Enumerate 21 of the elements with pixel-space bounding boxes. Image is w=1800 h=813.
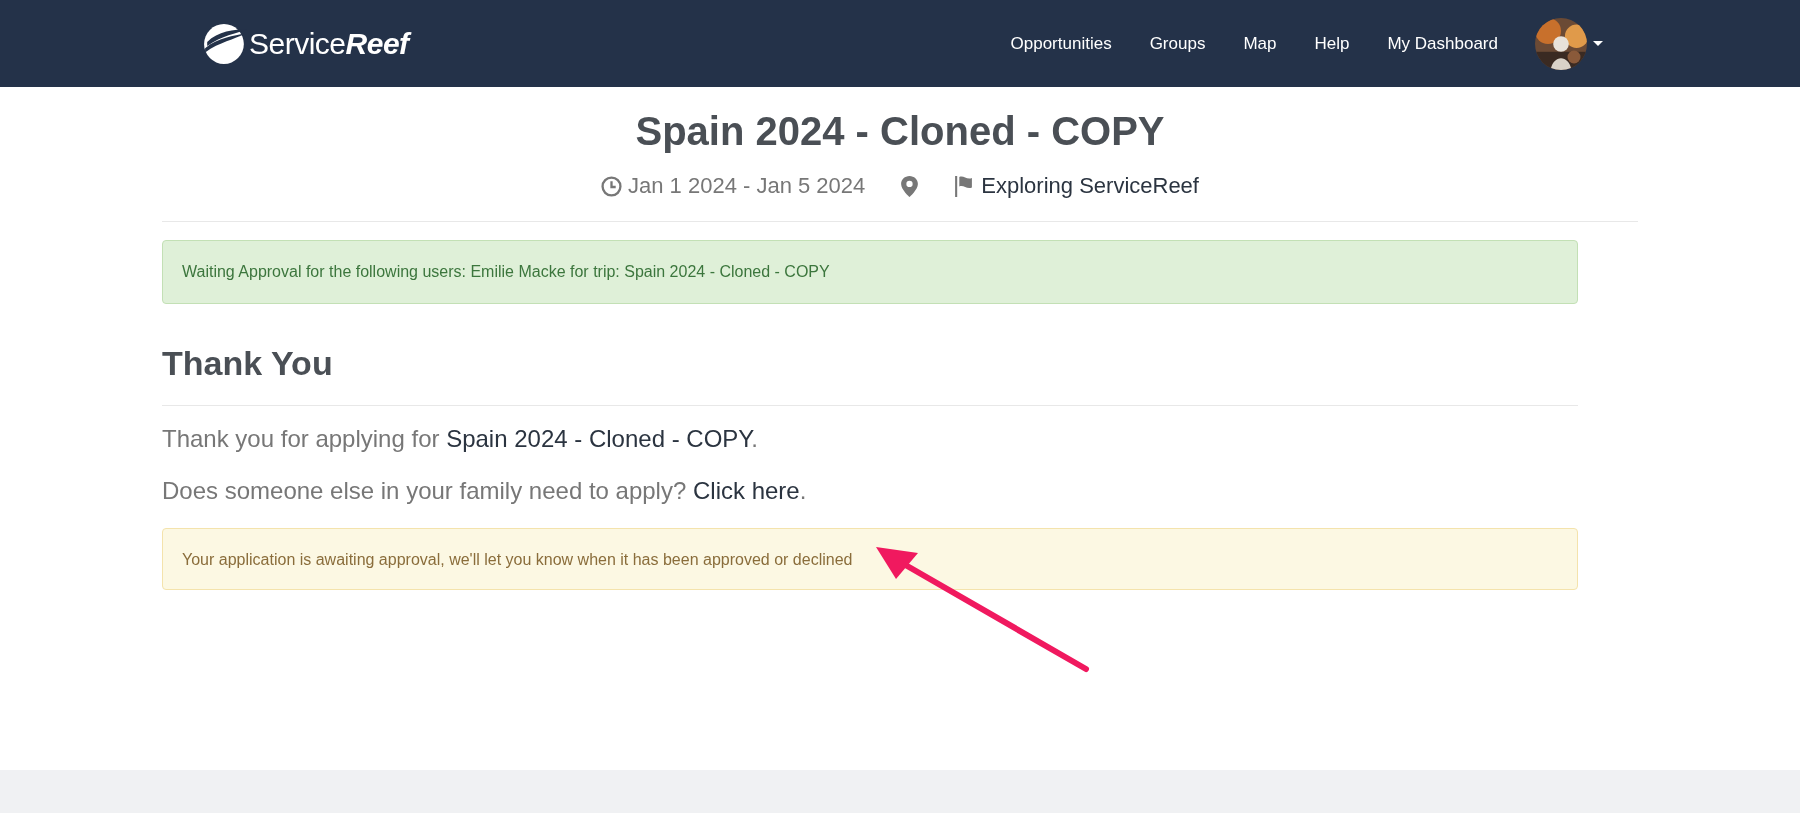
logo-icon (203, 22, 247, 65)
trip-dates: Jan 1 2024 - Jan 5 2024 (628, 173, 866, 199)
paragraph: Does someone else in your family need to apply? Click here. (162, 476, 808, 506)
link[interactable]: Click here (692, 477, 800, 504)
nav-link[interactable]: Opportunities (991, 33, 1131, 54)
success-alert: Waiting Approval for the following users: Emilie Macke for trip: Spain 2024 - Cloned - COPY (162, 240, 1578, 304)
map-pin-icon (901, 175, 919, 197)
user-menu[interactable] (1535, 17, 1603, 70)
nav-link[interactable]: Groups (1130, 33, 1225, 54)
nav-link[interactable]: Map (1224, 33, 1296, 54)
warning-alert: Your application is awaiting approval, we'll let you know when it has been approved or declined (162, 528, 1578, 590)
nav-link[interactable]: Help (1295, 33, 1369, 54)
trip-title: Spain 2024 - Cloned - COPY (634, 108, 1166, 155)
organization-name: Exploring ServiceReef (981, 173, 1199, 199)
clock-icon (601, 175, 622, 197)
paragraph: Thank you for applying for Spain 2024 - Cloned - COPY. (162, 424, 759, 454)
nav-link[interactable]: My Dashboard (1368, 33, 1517, 54)
link[interactable]: Spain 2024 - Cloned - COPY (446, 425, 752, 452)
caret-icon (1593, 41, 1603, 46)
flag-icon (954, 175, 974, 197)
section-heading: Thank You (162, 344, 334, 383)
